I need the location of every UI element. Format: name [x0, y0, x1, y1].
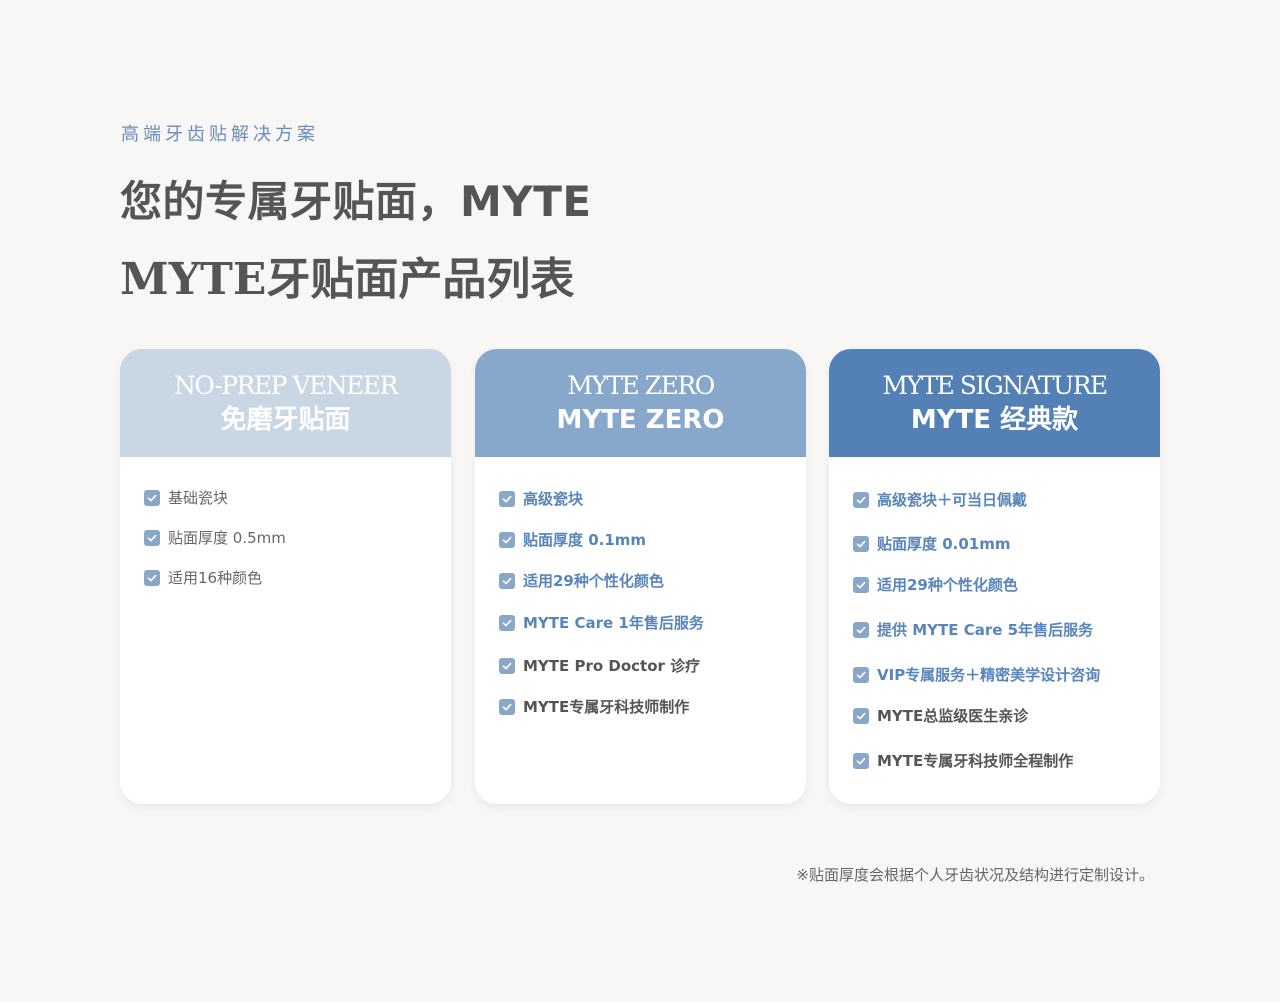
feature-item: 适用16种颜色 [144, 567, 262, 588]
card-header: MYTE ZERO MYTE ZERO [475, 349, 806, 457]
checkbox-icon [144, 489, 160, 506]
feature-item: 基础瓷块 [144, 487, 228, 508]
feature-item: 适用29种个性化颜色 [853, 574, 1018, 595]
feature-text: MYTE专属牙科技师制作 [523, 698, 690, 716]
feature-text: 适用16种颜色 [168, 569, 263, 587]
product-cards: NO-PREP VENEER 免磨牙贴面 基础瓷块 贴面厚度 0.5mm 适用1… [120, 349, 1160, 804]
feature-item: MYTE Pro Doctor 诊疗 [499, 655, 700, 676]
checkbox-icon [853, 707, 869, 724]
feature-text: 基础瓷块 [168, 489, 229, 507]
footnote: ※贴面厚度会根据个人牙齿状况及结构进行定制设计。 [796, 866, 1154, 884]
checkbox-icon [499, 531, 515, 548]
checkbox-icon [853, 621, 869, 638]
checkbox-icon [853, 666, 869, 683]
feature-text: 适用29种个性化颜色 [523, 572, 664, 590]
feature-item: 贴面厚度 0.1mm [499, 529, 646, 550]
card-cn-title: MYTE ZERO [556, 405, 725, 435]
card-en-title: MYTE ZERO [567, 371, 715, 400]
card-cn-title: MYTE 经典款 [910, 405, 1079, 435]
feature-item: MYTE专属牙科技师全程制作 [853, 750, 1073, 771]
feature-item: MYTE总监级医生亲诊 [853, 705, 1028, 726]
eyebrow-label: 高端牙齿贴解决方案 [121, 124, 319, 145]
checkbox-icon [499, 572, 515, 589]
feature-item: 贴面厚度 0.5mm [144, 527, 286, 548]
feature-text: MYTE专属牙科技师全程制作 [877, 752, 1074, 770]
card-header: MYTE SIGNATURE MYTE 经典款 [829, 349, 1160, 457]
checkbox-icon [144, 569, 160, 586]
feature-item: 高级瓷块＋可当日佩戴 [853, 489, 1027, 510]
feature-text: 高级瓷块 [523, 490, 584, 508]
card-en-title: NO-PREP VENEER [174, 371, 398, 400]
checkbox-icon [144, 529, 160, 546]
feature-item: 贴面厚度 0.01mm [853, 533, 1011, 554]
checkbox-icon [853, 752, 869, 769]
checkbox-icon [499, 490, 515, 507]
checkbox-icon [499, 657, 515, 674]
feature-item: 提供 MYTE Care 5年售后服务 [853, 619, 1093, 640]
feature-text: 提供 MYTE Care 5年售后服务 [877, 621, 1094, 639]
checkbox-icon [853, 576, 869, 593]
feature-text: 贴面厚度 0.01mm [877, 535, 1011, 553]
feature-text: MYTE总监级医生亲诊 [877, 707, 1029, 725]
card-header: NO-PREP VENEER 免磨牙贴面 [120, 349, 451, 457]
feature-text: 适用29种个性化颜色 [877, 576, 1018, 594]
feature-text: MYTE Care 1年售后服务 [523, 614, 704, 632]
feature-item: MYTE Care 1年售后服务 [499, 612, 704, 633]
checkbox-icon [499, 698, 515, 715]
feature-text: VIP专属服务＋精密美学设计咨询 [877, 666, 1101, 684]
checkbox-icon [853, 491, 869, 508]
card-myte-signature: MYTE SIGNATURE MYTE 经典款 高级瓷块＋可当日佩戴 贴面厚度 … [829, 349, 1160, 804]
feature-text: 贴面厚度 0.1mm [523, 531, 647, 549]
feature-item: VIP专属服务＋精密美学设计咨询 [853, 664, 1100, 685]
card-en-title: MYTE SIGNATURE [882, 371, 1108, 400]
checkbox-icon [853, 535, 869, 552]
page-headline: 您的专属牙贴面，MYTE [120, 177, 592, 226]
feature-item: MYTE专属牙科技师制作 [499, 696, 689, 717]
card-myte-zero: MYTE ZERO MYTE ZERO 高级瓷块 贴面厚度 0.1mm 适用29… [475, 349, 806, 804]
card-no-prep-veneer: NO-PREP VENEER 免磨牙贴面 基础瓷块 贴面厚度 0.5mm 适用1… [120, 349, 451, 804]
feature-text: 高级瓷块＋可当日佩戴 [877, 491, 1028, 509]
feature-item: 高级瓷块 [499, 488, 583, 509]
feature-text: MYTE Pro Doctor 诊疗 [523, 657, 701, 675]
feature-item: 适用29种个性化颜色 [499, 570, 664, 591]
feature-text: 贴面厚度 0.5mm [168, 529, 286, 547]
card-cn-title: 免磨牙贴面 [220, 405, 351, 435]
checkbox-icon [499, 614, 515, 631]
page-subtitle: MYTE牙贴面产品列表 [120, 254, 575, 305]
